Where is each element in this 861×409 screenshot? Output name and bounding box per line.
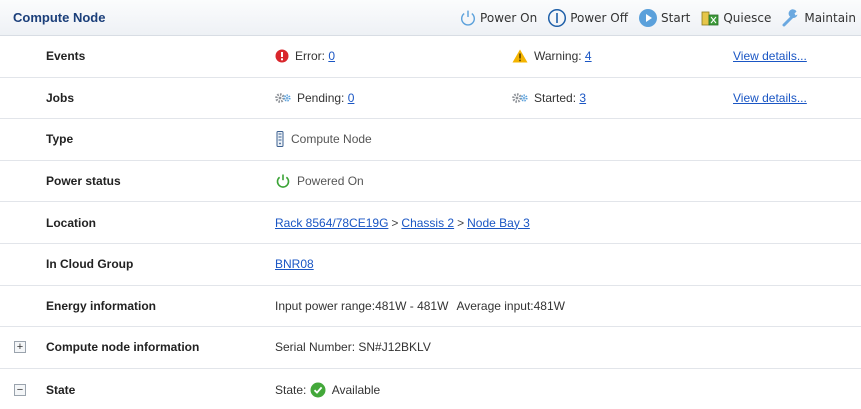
type-label: Type [46, 132, 74, 147]
row-jobs: Jobs Pending: 0 Started: 3 View details.… [0, 78, 861, 120]
power-status-value: Powered On [297, 174, 364, 189]
server-icon [275, 131, 285, 148]
serial-number-value: Serial Number: SN#J12BKLV [275, 340, 431, 355]
power-on-button[interactable]: Power On [459, 9, 537, 27]
power-off-icon [547, 8, 567, 28]
power-off-button[interactable]: Power Off [547, 8, 628, 28]
power-range-value: Input power range:481W - 481W [275, 298, 449, 313]
warning-label: Warning: [534, 49, 582, 64]
events-view-details-link[interactable]: View details... [733, 49, 807, 63]
error-label: Error: [295, 49, 325, 64]
toolbar: Power On Power Off Start Quiesce Maintai… [449, 0, 856, 36]
error-count-link[interactable]: 0 [328, 49, 335, 63]
started-label: Started: [534, 90, 577, 105]
warning-icon [512, 49, 528, 63]
state-value: Available [331, 382, 381, 397]
row-state: − State State: Available [0, 369, 861, 409]
location-breadcrumb: Rack 8564/78CE19G > Chassis 2 > Node Bay… [275, 202, 530, 243]
type-value: Compute Node [291, 132, 372, 147]
row-energy: Energy information Input power range:481… [0, 286, 861, 328]
cloud-group-link[interactable]: BNR08 [275, 257, 314, 271]
type-value-cell: Compute Node [275, 119, 372, 160]
jobs-view-details-link[interactable]: View details... [733, 91, 807, 105]
start-button[interactable]: Start [638, 8, 690, 28]
cloud-group-cell: BNR08 [275, 244, 314, 285]
warning-count-link[interactable]: 4 [585, 49, 592, 63]
quiesce-icon [700, 8, 720, 28]
maintain-button[interactable]: Maintain [781, 8, 856, 28]
quiesce-button[interactable]: Quiesce [700, 8, 771, 28]
expand-toggle[interactable]: + [14, 341, 26, 354]
chassis-link[interactable]: Chassis 2 [401, 216, 454, 230]
power-status-label: Power status [46, 174, 121, 189]
state-inline-label: State: [275, 382, 307, 397]
started-count: Started: 3 [512, 78, 586, 119]
cloud-group-label: In Cloud Group [46, 257, 134, 272]
quiesce-label: Quiesce [723, 11, 772, 25]
page-header: Compute Node Power On Power Off Start Qu… [0, 0, 861, 36]
state-label: State [46, 382, 76, 397]
power-icon [459, 9, 477, 27]
maintain-label: Maintain [804, 11, 856, 25]
warning-count: Warning: 4 [512, 36, 592, 77]
page-title: Compute Node [13, 10, 106, 25]
jobs-label: Jobs [46, 90, 75, 105]
row-compute-info: + Compute node information Serial Number… [0, 327, 861, 369]
breadcrumb-separator: > [457, 215, 465, 230]
breadcrumb-separator: > [391, 215, 399, 230]
compute-info-label: Compute node information [46, 340, 200, 355]
power-on-label: Power On [480, 11, 538, 25]
started-count-link[interactable]: 3 [579, 91, 586, 105]
jobs-details-cell: View details... [733, 78, 807, 119]
error-icon [275, 49, 289, 63]
properties-table: Events Error: 0 Warning: 4 View details.… [0, 36, 861, 409]
pending-count: Pending: 0 [275, 78, 354, 119]
energy-label: Energy information [46, 298, 157, 313]
power-off-label: Power Off [570, 11, 629, 25]
start-label: Start [661, 11, 691, 25]
play-icon [638, 8, 658, 28]
error-count: Error: 0 [275, 36, 335, 77]
row-power-status: Power status Powered On [0, 161, 861, 203]
row-location: Location Rack 8564/78CE19G > Chassis 2 >… [0, 202, 861, 244]
row-type: Type Compute Node [0, 119, 861, 161]
collapse-toggle[interactable]: − [14, 383, 26, 396]
state-value-cell: State: Available [275, 369, 380, 409]
gears-icon [512, 92, 528, 104]
location-label: Location [46, 215, 96, 230]
pending-count-link[interactable]: 0 [348, 91, 355, 105]
wrench-icon [781, 8, 801, 28]
average-input-value: Average input:481W [456, 298, 565, 313]
events-details-cell: View details... [733, 36, 807, 77]
energy-value-cell: Input power range:481W - 481W Average in… [275, 286, 565, 327]
check-icon [310, 382, 326, 398]
power-status-cell: Powered On [275, 161, 364, 202]
row-cloud-group: In Cloud Group BNR08 [0, 244, 861, 286]
rack-link[interactable]: Rack 8564/78CE19G [275, 216, 388, 230]
row-events: Events Error: 0 Warning: 4 View details.… [0, 36, 861, 78]
node-bay-link[interactable]: Node Bay 3 [467, 216, 530, 230]
gears-icon [275, 92, 291, 104]
events-label: Events [46, 49, 86, 64]
power-icon [275, 173, 291, 189]
pending-label: Pending: [297, 90, 345, 105]
